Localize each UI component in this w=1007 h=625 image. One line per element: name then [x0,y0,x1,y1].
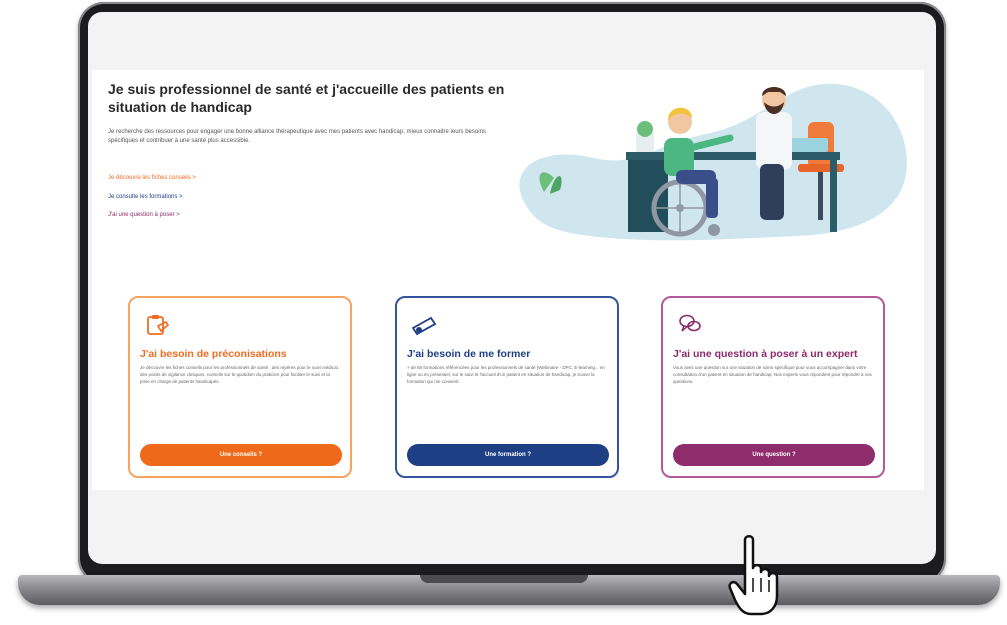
chair-leg [818,172,823,220]
clipboard-hand-icon [147,315,170,335]
hero-title: Je suis professionnel de santé et j'accu… [108,81,505,115]
conseils-button[interactable]: Une conseils ? [140,444,342,466]
wheelchair-small-wheel [708,224,720,236]
patient-shin [706,178,718,218]
speech-bubbles-icon [679,314,701,332]
card-description: + de 60 formations référencées pour les … [407,365,605,384]
plant [637,121,653,137]
question-button[interactable]: Une question ? [673,444,875,466]
card-title: J'ai besoin de me former [407,348,531,360]
card-description: Je découvre les fiches conseils pour les… [140,365,339,384]
chair-seat [798,164,844,172]
formation-button[interactable]: Une formation ? [407,444,609,466]
link-fiches-conseils[interactable]: Je découvre les fiches conseils > [108,174,196,182]
doctor-patient-illustration [519,83,907,241]
card-description: Vous avez une question sur une situation… [673,365,872,384]
doctor-coat [756,112,792,170]
link-formations[interactable]: Je consulte les formations > [108,193,183,201]
card-formations: J'ai besoin de me former + de 60 formati… [395,296,619,478]
card-title: J'ai besoin de préconisations [140,348,287,360]
laptop-notch [420,575,588,583]
card-title: J'ai une question à poser à un expert [673,348,858,360]
desk-front [628,154,668,232]
hero-description: Je recherche des ressources pour engager… [108,129,486,144]
desk-top [626,152,840,160]
desk-leg [830,158,837,232]
web-page: Je suis professionnel de santé et j'accu… [92,70,924,490]
link-question[interactable]: J'ai une question à poser > [108,211,180,219]
card-preconisations: J'ai besoin de préconisations Je découvr… [128,296,352,478]
hand-pointer-icon [728,535,779,616]
card-question-expert: J'ai une question à poser à un expert Vo… [661,296,885,478]
diploma-icon [411,316,437,336]
doctor-legs [760,164,784,220]
